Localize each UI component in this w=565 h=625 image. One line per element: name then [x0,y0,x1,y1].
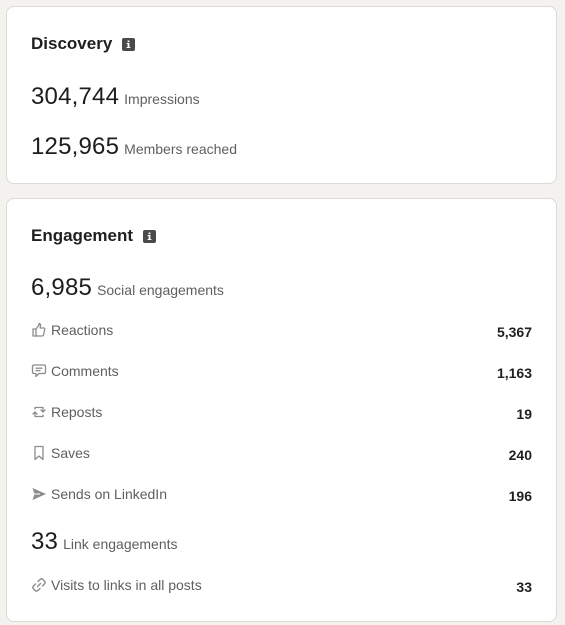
sends-value: 196 [508,488,532,504]
saves-value: 240 [508,447,532,463]
bookmark-icon [31,445,47,461]
link-visits-label: Visits to links in all posts [51,577,202,593]
discovery-title-text: Discovery [31,34,113,53]
thumbs-up-icon [31,322,47,338]
comments-label: Comments [51,363,119,379]
reactions-label: Reactions [51,322,114,338]
link-icon [31,577,47,593]
reactions-row[interactable]: Reactions 5,367 [31,320,532,340]
members-reached-value: 125,965 [31,133,120,160]
members-reached-metric: 125,965 Members reached [31,133,237,161]
discovery-card: Discovery 304,744 Impressions 125,965 Me… [6,6,557,184]
sends-row[interactable]: Sends on LinkedIn 196 [31,484,532,504]
engagement-title: Engagement [31,226,157,246]
link-visits-row[interactable]: Visits to links in all posts 33 [31,575,532,595]
reposts-label: Reposts [51,404,103,420]
saves-row[interactable]: Saves 240 [31,443,532,463]
link-engagements-metric: 33 Link engagements [31,528,178,556]
impressions-metric: 304,744 Impressions [31,83,200,111]
impressions-value: 304,744 [31,83,120,110]
info-icon[interactable] [143,229,157,243]
comments-row[interactable]: Comments 1,163 [31,361,532,381]
sends-label: Sends on LinkedIn [51,486,167,502]
saves-label: Saves [51,445,90,461]
reposts-value: 19 [516,406,532,422]
info-icon[interactable] [122,37,136,51]
link-engagements-label: Link engagements [63,536,178,552]
impressions-label: Impressions [124,91,200,107]
comment-icon [31,363,47,379]
reactions-value: 5,367 [496,324,532,340]
send-icon [31,486,47,502]
reposts-row[interactable]: Reposts 19 [31,402,532,422]
members-reached-label: Members reached [124,141,237,157]
discovery-title: Discovery [31,34,136,54]
engagement-card: Engagement 6,985 Social engagements Reac… [6,198,557,622]
link-engagements-value: 33 [31,528,59,555]
social-engagements-metric: 6,985 Social engagements [31,274,224,302]
social-engagements-label: Social engagements [97,282,224,298]
link-visits-value: 33 [516,579,532,595]
repost-icon [31,404,47,420]
social-engagements-value: 6,985 [31,274,93,301]
comments-value: 1,163 [496,365,532,381]
engagement-title-text: Engagement [31,226,134,245]
